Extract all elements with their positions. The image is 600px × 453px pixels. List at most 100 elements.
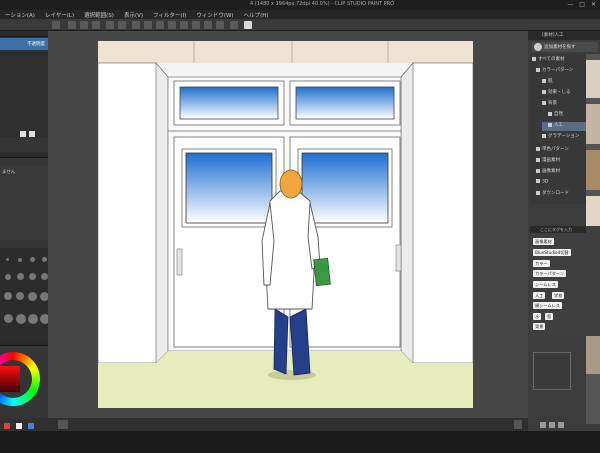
brush-size-dot[interactable] — [17, 273, 24, 280]
tag-chip[interactable]: 窓 — [545, 313, 554, 320]
layer-row-selected[interactable]: 不透明度 — [0, 38, 48, 50]
tree-item[interactable]: カラーパターン — [536, 67, 573, 76]
redo-icon[interactable] — [118, 21, 126, 29]
main-color-swatch[interactable] — [4, 423, 10, 429]
brush-size-dot[interactable] — [6, 258, 9, 261]
tree-item[interactable]: グラデーション — [542, 133, 579, 142]
tag-chip[interactable]: カラーパターン — [533, 270, 567, 277]
list-view-icon[interactable] — [549, 422, 555, 428]
thumbnail-view-icon[interactable] — [558, 422, 564, 428]
save-icon[interactable] — [92, 21, 100, 29]
layer-list[interactable] — [0, 50, 48, 138]
taskbar — [0, 431, 600, 453]
tag-input[interactable]: ここにタグを入力 — [530, 226, 586, 233]
grid-icon[interactable] — [216, 21, 224, 29]
close-button[interactable]: ✕ — [591, 1, 596, 8]
brush-size-dot[interactable] — [4, 292, 12, 300]
new-layer-icon[interactable] — [20, 131, 26, 137]
material-thumbnail[interactable] — [586, 334, 600, 374]
tag-chip[interactable]: 水 — [533, 313, 542, 320]
brush-size-dot[interactable] — [16, 314, 26, 324]
tree-item[interactable]: ダウンロード — [536, 190, 569, 199]
menu-window[interactable]: ウィンドウ(W) — [191, 11, 238, 19]
view-mode-icon[interactable] — [58, 420, 68, 429]
delete-layer-icon[interactable] — [29, 131, 35, 137]
tree-item[interactable]: 漫画素材 — [536, 157, 560, 166]
transom-window-left — [179, 86, 279, 120]
layer-panel-header — [0, 31, 48, 37]
material-footer — [540, 422, 564, 428]
tree-item-selected[interactable]: 人工 — [542, 122, 586, 131]
crop-icon[interactable] — [168, 21, 176, 29]
tag-chip[interactable]: 背景 — [533, 323, 546, 330]
tag-chip[interactable]: 画像素材 — [533, 238, 554, 245]
undo-icon[interactable] — [106, 21, 114, 29]
menu-filter[interactable]: フィルター(I) — [148, 11, 191, 19]
brush-size-dot[interactable] — [42, 257, 47, 262]
material-thumbnail[interactable] — [586, 150, 600, 190]
material-thumbnail[interactable] — [586, 60, 600, 98]
transform-icon[interactable] — [144, 21, 152, 29]
new-file-icon[interactable] — [68, 21, 76, 29]
sub-color-swatch[interactable] — [16, 423, 22, 429]
pen-icon[interactable] — [230, 21, 238, 29]
find-materials-button[interactable]: 追加素材を探す — [532, 42, 598, 52]
tag-chip[interactable]: カラー — [533, 260, 550, 267]
character-leg-left — [273, 308, 289, 375]
tree-item[interactable]: 肌 — [542, 78, 553, 87]
canvas-scrollbar[interactable] — [48, 408, 528, 418]
material-thumbnail[interactable] — [586, 104, 600, 144]
deselect-icon[interactable] — [156, 21, 164, 29]
open-icon[interactable] — [80, 21, 88, 29]
tree-item[interactable]: 効果・しる — [542, 89, 571, 98]
tree-item[interactable]: 3D — [536, 179, 548, 188]
tag-chip[interactable]: 人工 — [533, 292, 546, 299]
character-book — [313, 257, 331, 287]
tree-item[interactable]: 自然 — [548, 111, 563, 120]
menu-selection[interactable]: 選択範囲(S) — [79, 11, 119, 19]
brush-size-dot[interactable] — [28, 292, 37, 301]
brush-size-dot[interactable] — [16, 292, 24, 300]
menu-animation[interactable]: ーション(A) — [0, 11, 40, 19]
command-bar — [0, 19, 600, 31]
brush-size-dot[interactable] — [41, 273, 48, 280]
material-preview — [533, 352, 571, 390]
brush-size-dot[interactable] — [4, 314, 13, 323]
navigator-header — [0, 152, 48, 158]
snap-icon[interactable] — [204, 21, 212, 29]
menu-help[interactable]: ヘルプ(H) — [239, 11, 274, 19]
ruler-icon[interactable] — [192, 21, 200, 29]
paste-icon[interactable] — [540, 422, 546, 428]
brush-size-dot[interactable] — [18, 258, 22, 262]
tree-item[interactable]: すべての素材 — [532, 56, 565, 65]
tree-item[interactable]: 画像素材 — [536, 168, 560, 177]
clear-icon[interactable] — [132, 21, 140, 29]
material-tab[interactable]: [素材]人工 — [528, 31, 600, 40]
tag-chip[interactable]: BlueStudio4切替 — [533, 249, 571, 256]
color-icon[interactable] — [244, 21, 252, 29]
tag-chip[interactable]: シームレス — [533, 281, 558, 288]
door-window-right — [301, 152, 389, 224]
transparent-color-swatch[interactable] — [28, 423, 34, 429]
brush-size-dot[interactable] — [29, 273, 36, 280]
maximize-button[interactable]: □ — [579, 1, 585, 8]
eye-icon[interactable] — [52, 21, 60, 29]
menu-view[interactable]: 表示(V) — [119, 11, 148, 19]
brush-size-dot[interactable] — [30, 257, 35, 262]
transom-window-right — [295, 86, 395, 120]
brush-size-dot[interactable] — [5, 274, 11, 280]
material-tree: すべての素材 カラーパターン 肌 効果・しる 背景 自然 人工 グラデーション … — [530, 54, 586, 204]
tag-chip[interactable]: 横シームレス — [533, 302, 562, 309]
tree-item[interactable]: 単色パターン — [536, 146, 569, 155]
tree-item[interactable]: 背景 — [542, 100, 557, 109]
find-materials-label: 追加素材を探す — [544, 45, 576, 50]
canvas-artwork[interactable] — [98, 41, 473, 409]
tag-chip[interactable]: 学校 — [552, 292, 565, 299]
invert-icon[interactable] — [180, 21, 188, 29]
menu-layer[interactable]: レイヤー(L) — [40, 11, 79, 19]
door-handle-left — [176, 248, 183, 276]
color-picker-square[interactable] — [0, 366, 20, 392]
brush-size-dot[interactable] — [28, 314, 38, 324]
minimize-button[interactable]: — — [567, 1, 573, 8]
zoom-icon[interactable] — [514, 420, 522, 429]
